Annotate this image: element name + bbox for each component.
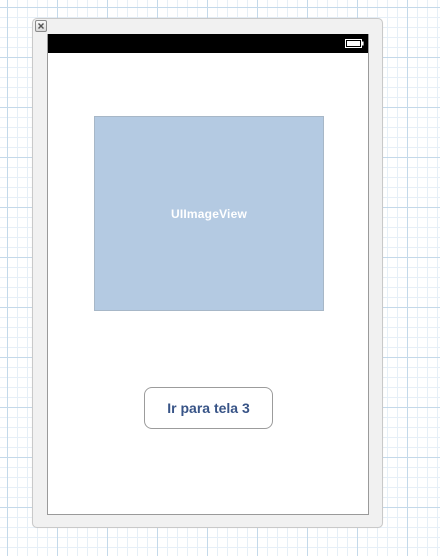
close-x-glyph [38, 23, 44, 29]
image-view-placeholder[interactable]: UIImageView [94, 116, 324, 311]
image-view-label: UIImageView [170, 206, 247, 221]
status-bar [48, 34, 368, 53]
battery-icon [345, 39, 364, 48]
view-controller-view: UIImageView Ir para tela 3 [47, 34, 369, 515]
close-icon[interactable] [35, 20, 47, 32]
go-to-screen-3-button[interactable]: Ir para tela 3 [144, 387, 273, 429]
